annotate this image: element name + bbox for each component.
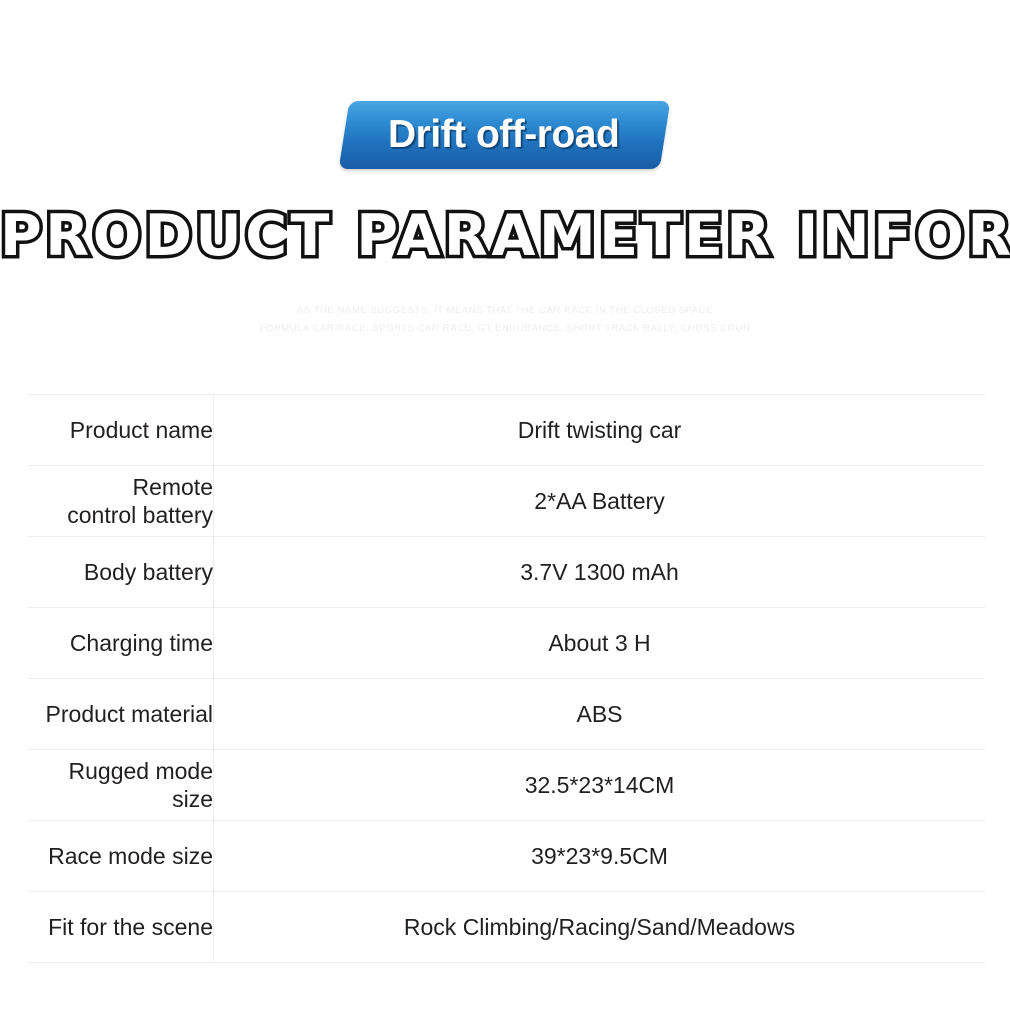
banner-label: Drift off-road — [388, 113, 620, 156]
row-label: Rugged mode size — [28, 749, 214, 821]
drift-off-road-banner: Drift off-road — [338, 101, 672, 169]
table-row: Body battery 3.7V 1300 mAh — [28, 536, 985, 608]
row-value: ABS — [576, 701, 623, 727]
page-title: PRODUCT PARAMETER INFORMATION — [0, 200, 1010, 273]
row-label: Body battery — [28, 536, 214, 608]
table-row: Product material ABS — [28, 678, 985, 750]
table-row: Charging time About 3 H — [28, 607, 985, 679]
row-label: Product name — [28, 394, 214, 466]
table-row: Product name Drift twisting car — [28, 394, 985, 466]
table-row: Remote control battery 2*AA Battery — [28, 465, 985, 537]
product-parameter-table: Product name Drift twisting car Remote c… — [28, 394, 985, 963]
row-value: Rock Climbing/Racing/Sand/Meadows — [403, 914, 796, 940]
row-label: Race mode size — [28, 820, 214, 892]
row-label-line-1: Remote — [132, 474, 213, 500]
row-value: 2*AA Battery — [534, 488, 665, 514]
row-label: Remote control battery — [28, 465, 214, 537]
row-value: 32.5*23*14CM — [524, 772, 675, 798]
row-label: Charging time — [28, 607, 214, 679]
row-value: About 3 H — [548, 630, 651, 656]
description-text: AS THE NAME SUGGESTS, IT MEANS THAT THE … — [0, 302, 1010, 338]
description-line-1: AS THE NAME SUGGESTS, IT MEANS THAT THE … — [296, 305, 714, 316]
table-row: Race mode size 39*23*9.5CM — [28, 820, 985, 892]
table-row: Rugged mode size 32.5*23*14CM — [28, 749, 985, 821]
row-value: Drift twisting car — [517, 417, 682, 443]
row-label: Fit for the scene — [28, 891, 214, 963]
row-label-line-2: control battery — [67, 502, 213, 528]
table-body: Product name Drift twisting car Remote c… — [28, 394, 985, 963]
row-value: 39*23*9.5CM — [531, 843, 668, 869]
table-row: Fit for the scene Rock Climbing/Racing/S… — [28, 891, 985, 963]
row-value: 3.7V 1300 mAh — [520, 559, 679, 585]
banner-container: Drift off-road — [0, 99, 1010, 171]
row-label: Product material — [28, 678, 214, 750]
description-line-2: FORMULA CAR RACE, SPORTS CAR RACE, GT EN… — [259, 323, 751, 334]
